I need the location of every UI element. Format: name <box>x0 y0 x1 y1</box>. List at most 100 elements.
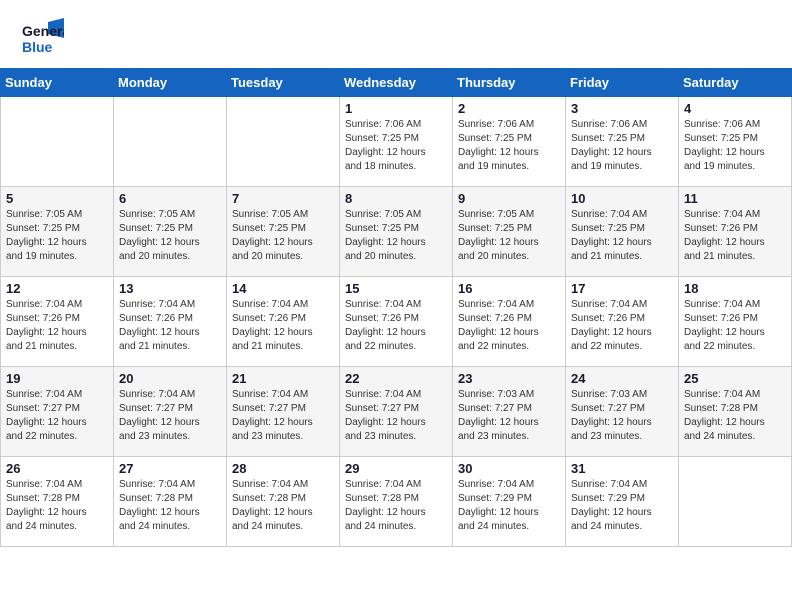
day-info: Sunrise: 7:04 AM Sunset: 7:28 PM Dayligh… <box>232 478 334 534</box>
day-info: Sunrise: 7:04 AM Sunset: 7:29 PM Dayligh… <box>458 478 560 534</box>
day-number: 10 <box>571 191 673 206</box>
weekday-header-monday: Monday <box>114 69 227 97</box>
day-number: 2 <box>458 101 560 116</box>
day-info: Sunrise: 7:06 AM Sunset: 7:25 PM Dayligh… <box>684 118 786 174</box>
weekday-header-tuesday: Tuesday <box>227 69 340 97</box>
weekday-header-wednesday: Wednesday <box>340 69 453 97</box>
day-number: 9 <box>458 191 560 206</box>
calendar-cell: 6 Sunrise: 7:05 AM Sunset: 7:25 PM Daylig… <box>114 187 227 277</box>
calendar-cell: 9Sunrise: 7:05 AM Sunset: 7:25 PM Daylig… <box>453 187 566 277</box>
calendar-cell: 8 Sunrise: 7:05 AM Sunset: 7:25 PM Daylig… <box>340 187 453 277</box>
calendar-cell: 27 Sunrise: 7:04 AM Sunset: 7:28 PM Dayli… <box>114 457 227 547</box>
day-info: Sunrise: 7:04 AM Sunset: 7:26 PM Dayligh… <box>345 298 447 354</box>
day-number: 7 <box>232 191 334 206</box>
calendar-cell: 17 Sunrise: 7:04 AM Sunset: 7:26 PM Dayli… <box>566 277 679 367</box>
calendar-cell: 5 Sunrise: 7:05 AM Sunset: 7:25 PM Daylig… <box>1 187 114 277</box>
calendar-cell: 31 Sunrise: 7:04 AM Sunset: 7:29 PM Dayli… <box>566 457 679 547</box>
day-info: Sunrise: 7:04 AM Sunset: 7:26 PM Dayligh… <box>684 208 786 264</box>
calendar-cell: 16Sunrise: 7:04 AM Sunset: 7:26 PM Dayli… <box>453 277 566 367</box>
calendar-cell: 12Sunrise: 7:04 AM Sunset: 7:26 PM Dayli… <box>1 277 114 367</box>
day-info: Sunrise: 7:05 AM Sunset: 7:25 PM Dayligh… <box>6 208 108 264</box>
day-info: Sunrise: 7:04 AM Sunset: 7:26 PM Dayligh… <box>232 298 334 354</box>
day-info: Sunrise: 7:04 AM Sunset: 7:28 PM Dayligh… <box>684 388 786 444</box>
calendar-cell: 24 Sunrise: 7:03 AM Sunset: 7:27 PM Dayli… <box>566 367 679 457</box>
logo: GeneralBlue <box>20 16 64 60</box>
calendar-cell: 10 Sunrise: 7:04 AM Sunset: 7:25 PM Dayli… <box>566 187 679 277</box>
day-number: 29 <box>345 461 447 476</box>
calendar-cell: 13 Sunrise: 7:04 AM Sunset: 7:26 PM Dayli… <box>114 277 227 367</box>
day-number: 3 <box>571 101 673 116</box>
day-info: Sunrise: 7:04 AM Sunset: 7:27 PM Dayligh… <box>232 388 334 444</box>
day-number: 25 <box>684 371 786 386</box>
day-info: Sunrise: 7:03 AM Sunset: 7:27 PM Dayligh… <box>458 388 560 444</box>
calendar-cell: 30 Sunrise: 7:04 AM Sunset: 7:29 PM Dayli… <box>453 457 566 547</box>
day-info: Sunrise: 7:04 AM Sunset: 7:28 PM Dayligh… <box>119 478 221 534</box>
day-number: 5 <box>6 191 108 206</box>
svg-text:Blue: Blue <box>22 39 53 55</box>
calendar-cell: 4Sunrise: 7:06 AM Sunset: 7:25 PM Daylig… <box>679 97 792 187</box>
day-number: 6 <box>119 191 221 206</box>
svg-text:General: General <box>22 23 64 39</box>
day-info: Sunrise: 7:04 AM Sunset: 7:26 PM Dayligh… <box>119 298 221 354</box>
calendar-week-row: 12Sunrise: 7:04 AM Sunset: 7:26 PM Dayli… <box>1 277 792 367</box>
weekday-header-saturday: Saturday <box>679 69 792 97</box>
day-info: Sunrise: 7:04 AM Sunset: 7:26 PM Dayligh… <box>571 298 673 354</box>
calendar-cell: 22Sunrise: 7:04 AM Sunset: 7:27 PM Dayli… <box>340 367 453 457</box>
calendar-cell: 19 Sunrise: 7:04 AM Sunset: 7:27 PM Dayli… <box>1 367 114 457</box>
weekday-header-friday: Friday <box>566 69 679 97</box>
day-info: Sunrise: 7:06 AM Sunset: 7:25 PM Dayligh… <box>345 118 447 174</box>
calendar-cell <box>227 97 340 187</box>
day-info: Sunrise: 7:04 AM Sunset: 7:26 PM Dayligh… <box>6 298 108 354</box>
day-number: 15 <box>345 281 447 296</box>
weekday-header-thursday: Thursday <box>453 69 566 97</box>
day-number: 18 <box>684 281 786 296</box>
calendar-cell: 11 Sunrise: 7:04 AM Sunset: 7:26 PM Dayli… <box>679 187 792 277</box>
page-header: GeneralBlue <box>0 0 792 68</box>
day-number: 27 <box>119 461 221 476</box>
day-info: Sunrise: 7:04 AM Sunset: 7:25 PM Dayligh… <box>571 208 673 264</box>
calendar-cell: 28Sunrise: 7:04 AM Sunset: 7:28 PM Dayli… <box>227 457 340 547</box>
day-info: Sunrise: 7:03 AM Sunset: 7:27 PM Dayligh… <box>571 388 673 444</box>
calendar-cell <box>679 457 792 547</box>
day-number: 16 <box>458 281 560 296</box>
day-info: Sunrise: 7:05 AM Sunset: 7:25 PM Dayligh… <box>232 208 334 264</box>
day-info: Sunrise: 7:04 AM Sunset: 7:27 PM Dayligh… <box>119 388 221 444</box>
calendar-cell: 20 Sunrise: 7:04 AM Sunset: 7:27 PM Dayli… <box>114 367 227 457</box>
calendar-week-row: 26Sunrise: 7:04 AM Sunset: 7:28 PM Dayli… <box>1 457 792 547</box>
calendar-cell: 25 Sunrise: 7:04 AM Sunset: 7:28 PM Dayli… <box>679 367 792 457</box>
day-number: 31 <box>571 461 673 476</box>
calendar-cell: 14 Sunrise: 7:04 AM Sunset: 7:26 PM Dayli… <box>227 277 340 367</box>
day-info: Sunrise: 7:04 AM Sunset: 7:28 PM Dayligh… <box>6 478 108 534</box>
calendar-cell <box>114 97 227 187</box>
day-number: 17 <box>571 281 673 296</box>
calendar-cell: 23 Sunrise: 7:03 AM Sunset: 7:27 PM Dayli… <box>453 367 566 457</box>
day-info: Sunrise: 7:06 AM Sunset: 7:25 PM Dayligh… <box>571 118 673 174</box>
logo-icon: GeneralBlue <box>20 16 64 60</box>
calendar-week-row: 1 Sunrise: 7:06 AM Sunset: 7:25 PM Daylig… <box>1 97 792 187</box>
day-info: Sunrise: 7:04 AM Sunset: 7:27 PM Dayligh… <box>6 388 108 444</box>
calendar-week-row: 19 Sunrise: 7:04 AM Sunset: 7:27 PM Dayli… <box>1 367 792 457</box>
calendar-cell: 18 Sunrise: 7:04 AM Sunset: 7:26 PM Dayli… <box>679 277 792 367</box>
day-info: Sunrise: 7:05 AM Sunset: 7:25 PM Dayligh… <box>119 208 221 264</box>
day-info: Sunrise: 7:04 AM Sunset: 7:29 PM Dayligh… <box>571 478 673 534</box>
day-number: 11 <box>684 191 786 206</box>
calendar-cell: 21 Sunrise: 7:04 AM Sunset: 7:27 PM Dayli… <box>227 367 340 457</box>
calendar-cell: 7 Sunrise: 7:05 AM Sunset: 7:25 PM Daylig… <box>227 187 340 277</box>
day-number: 14 <box>232 281 334 296</box>
calendar-table: SundayMondayTuesdayWednesdayThursdayFrid… <box>0 68 792 547</box>
day-number: 19 <box>6 371 108 386</box>
day-number: 23 <box>458 371 560 386</box>
day-number: 20 <box>119 371 221 386</box>
day-number: 30 <box>458 461 560 476</box>
day-info: Sunrise: 7:04 AM Sunset: 7:26 PM Dayligh… <box>684 298 786 354</box>
day-info: Sunrise: 7:05 AM Sunset: 7:25 PM Dayligh… <box>345 208 447 264</box>
day-number: 24 <box>571 371 673 386</box>
day-number: 13 <box>119 281 221 296</box>
calendar-cell: 26Sunrise: 7:04 AM Sunset: 7:28 PM Dayli… <box>1 457 114 547</box>
day-number: 1 <box>345 101 447 116</box>
calendar-cell: 15 Sunrise: 7:04 AM Sunset: 7:26 PM Dayli… <box>340 277 453 367</box>
day-number: 21 <box>232 371 334 386</box>
day-number: 22 <box>345 371 447 386</box>
calendar-cell: 1 Sunrise: 7:06 AM Sunset: 7:25 PM Daylig… <box>340 97 453 187</box>
day-number: 8 <box>345 191 447 206</box>
